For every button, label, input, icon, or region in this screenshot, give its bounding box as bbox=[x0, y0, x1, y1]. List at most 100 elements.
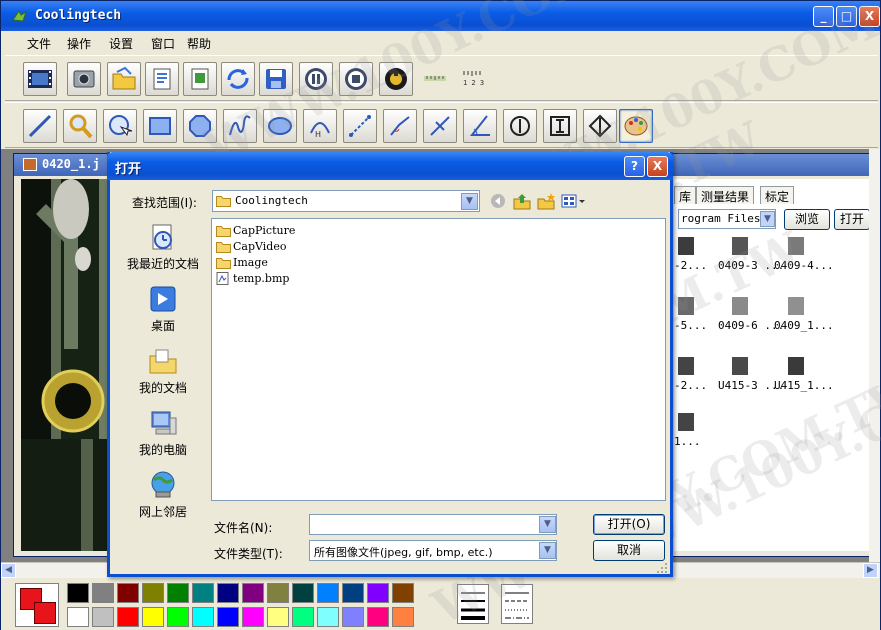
tab-measure-results[interactable]: 测量结果 bbox=[696, 186, 755, 204]
save-button[interactable] bbox=[259, 62, 293, 96]
arc-tool-button[interactable]: H bbox=[303, 109, 337, 143]
color-swatch[interactable] bbox=[317, 583, 339, 603]
menu-file[interactable]: 文件 bbox=[27, 35, 51, 52]
place-my-computer[interactable]: 我的电脑 bbox=[118, 406, 208, 464]
zoom-tool-button[interactable] bbox=[63, 109, 97, 143]
color-palette-button[interactable] bbox=[619, 109, 653, 143]
color-swatch[interactable] bbox=[167, 583, 189, 603]
color-swatch[interactable] bbox=[67, 583, 89, 603]
color-swatch[interactable] bbox=[342, 607, 364, 627]
chevron-down-icon[interactable]: ▼ bbox=[539, 516, 556, 533]
menu-window[interactable]: 窗口 bbox=[151, 35, 175, 52]
minimize-button[interactable]: _ bbox=[813, 6, 834, 27]
scroll-right-icon[interactable]: ▶ bbox=[863, 563, 878, 578]
new-folder-button[interactable] bbox=[536, 192, 556, 210]
refresh-button[interactable] bbox=[221, 62, 255, 96]
browse-button[interactable]: 浏览 bbox=[784, 209, 830, 230]
place-my-documents[interactable]: 我的文档 bbox=[118, 344, 208, 402]
color-swatch[interactable] bbox=[242, 583, 264, 603]
dialog-title-bar[interactable]: 打开 ? X bbox=[107, 152, 673, 180]
distance-tool-button[interactable] bbox=[343, 109, 377, 143]
line-width-selector[interactable] bbox=[457, 584, 489, 624]
resize-grip-icon[interactable] bbox=[656, 562, 668, 574]
help-button[interactable]: ? bbox=[624, 156, 645, 177]
color-swatch[interactable] bbox=[292, 607, 314, 627]
color-swatch[interactable] bbox=[367, 583, 389, 603]
line-tool-button[interactable] bbox=[23, 109, 57, 143]
color-swatch[interactable] bbox=[292, 583, 314, 603]
maximize-button[interactable]: □ bbox=[836, 6, 857, 27]
thumbnail[interactable]: 0409-3 ... bbox=[718, 237, 784, 277]
perpendicular-tool-button[interactable] bbox=[423, 109, 457, 143]
stop-button[interactable] bbox=[339, 62, 373, 96]
pause-button[interactable] bbox=[299, 62, 333, 96]
current-color-indicator[interactable] bbox=[15, 583, 59, 627]
file-type-select[interactable]: 所有图像文件(jpeg, gif, bmp, etc.) ▼ bbox=[309, 540, 557, 561]
color-swatch[interactable] bbox=[267, 607, 289, 627]
ruler-vertical-button[interactable] bbox=[419, 62, 453, 96]
open-button[interactable]: 打开(O) bbox=[593, 514, 665, 535]
back-button[interactable] bbox=[488, 192, 508, 210]
menu-help[interactable]: 帮助 bbox=[187, 35, 211, 52]
color-swatch[interactable] bbox=[192, 583, 214, 603]
color-swatch[interactable] bbox=[67, 607, 89, 627]
color-swatch[interactable] bbox=[242, 607, 264, 627]
camera-button[interactable] bbox=[67, 62, 101, 96]
ellipse-tool-button[interactable] bbox=[263, 109, 297, 143]
file-list[interactable]: CapPicture CapVideo Image temp.bmp bbox=[211, 218, 666, 501]
title-bar[interactable]: Coolingtech _ □ X bbox=[1, 1, 880, 31]
thumbnail[interactable]: 0409-6 ... bbox=[718, 297, 784, 337]
diamond-tool-button[interactable] bbox=[583, 109, 617, 143]
chevron-down-icon[interactable]: ▼ bbox=[760, 211, 775, 227]
scroll-left-icon[interactable]: ◀ bbox=[1, 563, 16, 578]
color-swatch[interactable] bbox=[142, 583, 164, 603]
freehand-tool-button[interactable] bbox=[223, 109, 257, 143]
place-desktop[interactable]: 桌面 bbox=[118, 282, 208, 340]
chevron-down-icon[interactable]: ▼ bbox=[539, 542, 556, 559]
circle-center-button[interactable] bbox=[503, 109, 537, 143]
thumbnail[interactable]: U415-3 ... bbox=[718, 357, 784, 397]
scale-button[interactable]: 1 2 3 bbox=[457, 62, 491, 96]
thumbnail[interactable]: -5... bbox=[674, 297, 724, 337]
color-swatch[interactable] bbox=[217, 583, 239, 603]
polygon-tool-button[interactable] bbox=[183, 109, 217, 143]
look-in-combo[interactable]: Coolingtech ▼ bbox=[212, 190, 480, 212]
thumbnail[interactable]: 0409_1... bbox=[774, 297, 834, 337]
color-swatch[interactable] bbox=[117, 583, 139, 603]
cancel-button[interactable]: 取消 bbox=[593, 540, 665, 561]
color-swatch[interactable] bbox=[167, 607, 189, 627]
color-swatch[interactable] bbox=[392, 583, 414, 603]
color-swatch[interactable] bbox=[342, 583, 364, 603]
color-swatch[interactable] bbox=[192, 607, 214, 627]
thumbnail[interactable]: U415_1... bbox=[774, 357, 834, 397]
color-swatch[interactable] bbox=[392, 607, 414, 627]
thumbnail[interactable]: -2... bbox=[674, 237, 724, 277]
up-folder-button[interactable] bbox=[512, 192, 532, 210]
color-swatch[interactable] bbox=[367, 607, 389, 627]
tab-library[interactable]: 库 bbox=[674, 186, 697, 204]
menu-settings[interactable]: 设置 bbox=[109, 35, 133, 52]
thumbnail[interactable]: 1... bbox=[674, 413, 724, 453]
color-swatch[interactable] bbox=[217, 607, 239, 627]
line-style-selector[interactable] bbox=[501, 584, 533, 624]
color-swatch[interactable] bbox=[142, 607, 164, 627]
thumbnail[interactable]: 0409-4... bbox=[774, 237, 834, 277]
color-swatch[interactable] bbox=[267, 583, 289, 603]
text-tool-button[interactable] bbox=[543, 109, 577, 143]
color-swatch[interactable] bbox=[117, 607, 139, 627]
video-capture-button[interactable] bbox=[23, 62, 57, 96]
vertical-scrollbar[interactable] bbox=[869, 149, 880, 562]
angle-measure-button[interactable] bbox=[463, 109, 497, 143]
angle-tool-button[interactable] bbox=[383, 109, 417, 143]
document-button[interactable] bbox=[145, 62, 179, 96]
view-menu-button[interactable] bbox=[560, 192, 586, 210]
close-button[interactable]: X bbox=[859, 6, 880, 27]
color-swatch[interactable] bbox=[92, 583, 114, 603]
menu-operate[interactable]: 操作 bbox=[67, 35, 91, 52]
file-name-input[interactable]: ▼ bbox=[309, 514, 557, 535]
color-swatch[interactable] bbox=[92, 607, 114, 627]
thumbnail[interactable]: -2... bbox=[674, 357, 724, 397]
place-network[interactable]: 网上邻居 bbox=[118, 468, 208, 526]
open-folder-button[interactable] bbox=[107, 62, 141, 96]
place-recent-documents[interactable]: 我最近的文档 bbox=[118, 220, 208, 278]
